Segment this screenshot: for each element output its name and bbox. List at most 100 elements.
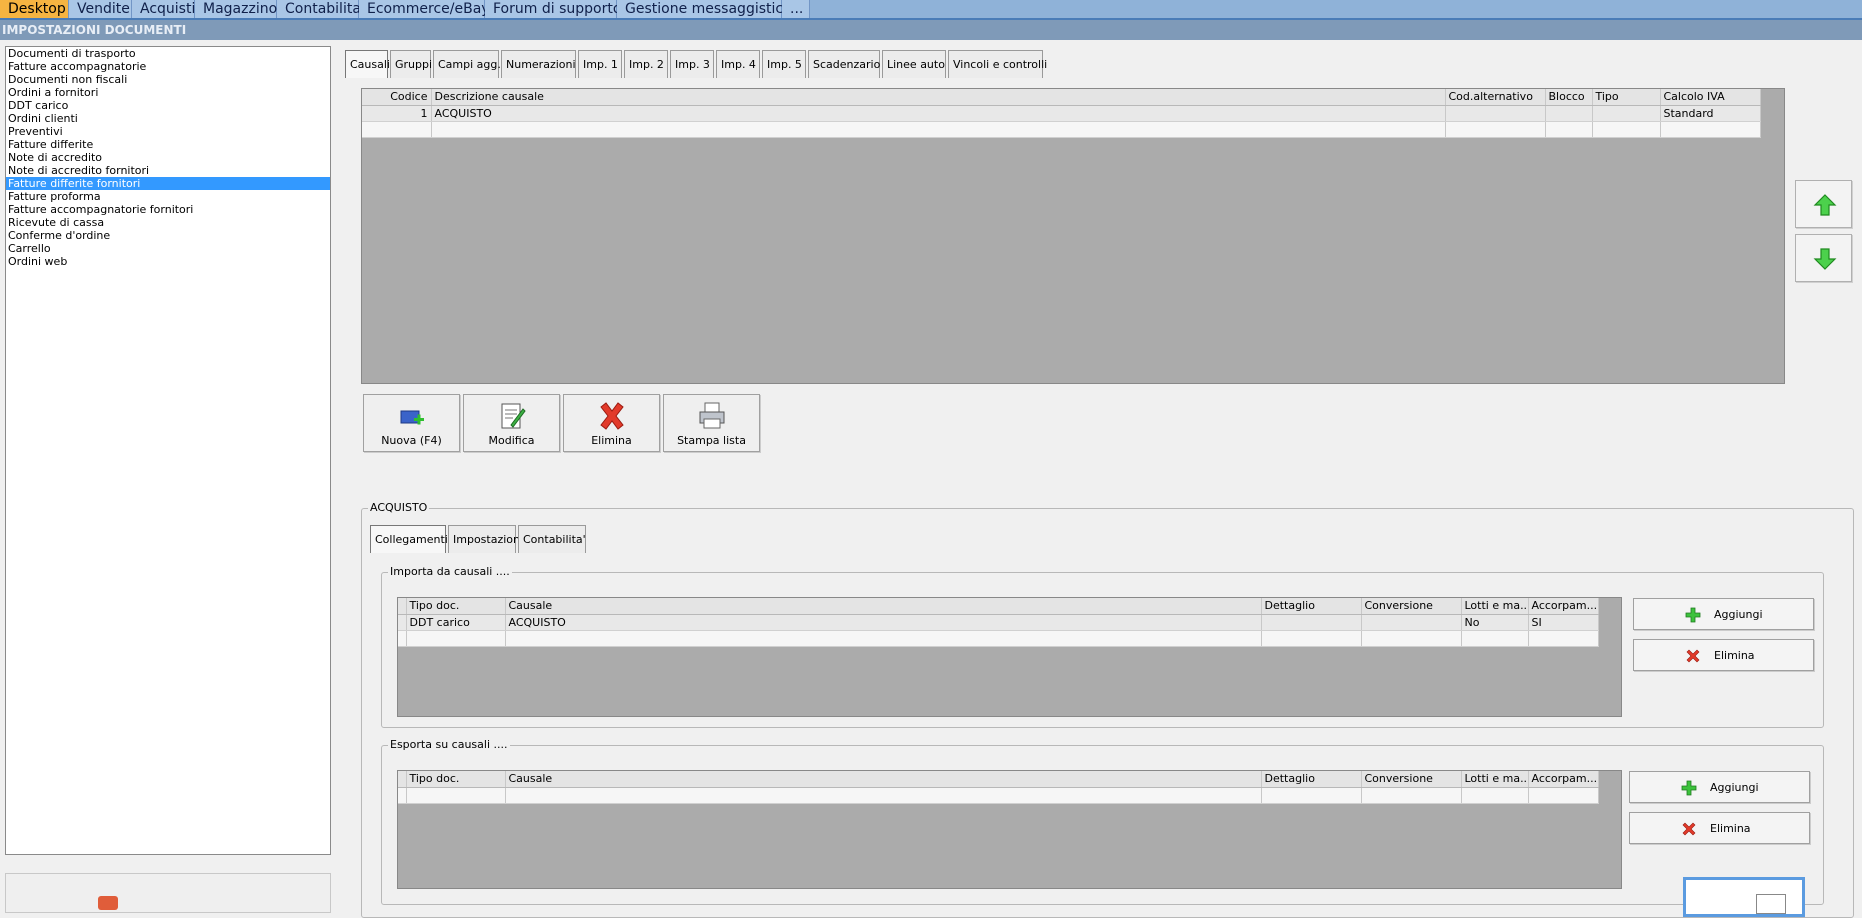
doc-list-item[interactable]: Conferme d'ordine (6, 229, 330, 242)
table-cell[interactable] (1592, 105, 1661, 122)
menu-tab-vendite[interactable]: Vendite (69, 0, 132, 18)
edit-button[interactable]: Modifica (463, 394, 560, 452)
tab-gruppi[interactable]: Gruppi (390, 50, 432, 78)
doc-list-item[interactable]: Fatture differite (6, 138, 330, 151)
export-delete-button[interactable]: Elimina (1629, 812, 1810, 844)
table-cell[interactable]: ACQUISTO (431, 105, 1446, 122)
doc-list-item[interactable]: Note di accredito (6, 151, 330, 164)
menu-tab-more[interactable]: ... (782, 0, 810, 18)
column-header[interactable]: Blocco (1545, 89, 1593, 106)
column-header[interactable]: Descrizione causale (431, 89, 1446, 106)
doc-list-item[interactable]: Ordini a fornitori (6, 86, 330, 99)
empty-new-row[interactable] (398, 787, 1599, 804)
doc-list-item[interactable]: Preventivi (6, 125, 330, 138)
doc-list-item[interactable]: Fatture accompagnatorie fornitori (6, 203, 330, 216)
tab-impostazioni[interactable]: Impostazioni (448, 525, 523, 553)
export-grid[interactable]: Tipo doc. Causale Dettaglio Conversione Lott… (397, 770, 1622, 889)
column-header[interactable]: Causale (505, 771, 1262, 788)
causali-grid[interactable]: Codice Descrizione causale Cod.alternativo… (361, 88, 1785, 384)
empty-new-row[interactable] (398, 630, 1599, 647)
move-up-button[interactable] (1795, 180, 1852, 228)
column-header[interactable]: Calcolo IVA (1660, 89, 1761, 106)
doc-list-item[interactable]: Documenti non fiscali (6, 73, 330, 86)
import-grid[interactable]: Tipo doc. Causale Dettaglio Conversione Lott… (397, 597, 1622, 717)
tab-collegamenti[interactable]: Collegamenti (370, 525, 448, 553)
empty-new-row[interactable] (362, 121, 1761, 138)
doc-list-item[interactable]: Fatture proforma (6, 190, 330, 203)
doc-list-item[interactable]: Note di accredito fornitori (6, 164, 330, 177)
bottom-right-widget[interactable] (1683, 877, 1805, 917)
menu-tab-magazzino[interactable]: Magazzino (195, 0, 277, 18)
menu-tab-ecommerce[interactable]: Ecommerce/eBay (359, 0, 490, 18)
table-cell[interactable] (1545, 105, 1593, 122)
empty-cell[interactable] (431, 121, 1446, 138)
import-delete-button[interactable]: Elimina (1633, 639, 1814, 671)
doc-list-item[interactable]: Documenti di trasporto (6, 47, 330, 60)
bottom-right-field[interactable] (1756, 894, 1786, 914)
table-cell[interactable]: DDT carico (406, 614, 506, 631)
column-header[interactable]: Dettaglio (1261, 771, 1362, 788)
column-header[interactable]: Conversione (1361, 771, 1462, 788)
empty-cell[interactable] (1528, 787, 1599, 804)
column-header[interactable]: Lotti e ma... (1461, 771, 1529, 788)
move-down-button[interactable] (1795, 234, 1852, 282)
table-row[interactable]: 1 ACQUISTO Standard (362, 105, 1761, 122)
tab-imp-2[interactable]: Imp. 2 (624, 50, 668, 78)
new-button[interactable]: Nuova (F4) (363, 394, 460, 452)
empty-cell[interactable] (1445, 121, 1546, 138)
doc-list-item[interactable]: Ordini clienti (6, 112, 330, 125)
empty-cell[interactable] (1545, 121, 1593, 138)
doc-list-item[interactable]: Carrello (6, 242, 330, 255)
column-header[interactable]: Accorpam... (1528, 598, 1599, 615)
empty-cell[interactable] (398, 630, 407, 647)
delete-button[interactable]: Elimina (563, 394, 660, 452)
empty-cell[interactable] (505, 787, 1262, 804)
tab-contabilita[interactable]: Contabilita' (518, 525, 586, 553)
column-header[interactable]: Cod.alternativo (1445, 89, 1546, 106)
empty-cell[interactable] (1361, 787, 1462, 804)
table-cell[interactable] (1445, 105, 1546, 122)
table-cell[interactable] (1261, 614, 1362, 631)
import-add-button[interactable]: Aggiungi (1633, 598, 1814, 630)
tab-causali[interactable]: Causali (345, 50, 390, 78)
tab-imp-4[interactable]: Imp. 4 (716, 50, 760, 78)
menu-tab-acquisti[interactable]: Acquisti (132, 0, 195, 18)
doc-list-item[interactable]: Ordini web (6, 255, 330, 268)
column-header[interactable]: Conversione (1361, 598, 1462, 615)
row-selector-cell[interactable] (398, 614, 407, 631)
table-cell[interactable]: Standard (1660, 105, 1761, 122)
empty-cell[interactable] (1461, 787, 1529, 804)
empty-cell[interactable] (406, 630, 506, 647)
print-list-button[interactable]: Stampa lista (663, 394, 760, 452)
column-header[interactable]: Tipo (1592, 89, 1661, 106)
table-cell[interactable]: 1 (362, 105, 432, 122)
tab-vincoli[interactable]: Vincoli e controlli (948, 50, 1047, 78)
table-cell[interactable]: No (1461, 614, 1529, 631)
empty-cell[interactable] (1660, 121, 1761, 138)
menu-tab-forum[interactable]: Forum di supporto (485, 0, 621, 18)
empty-cell[interactable] (406, 787, 506, 804)
column-header[interactable]: Accorpam... (1528, 771, 1599, 788)
doc-list-item[interactable]: Ricevute di cassa (6, 216, 330, 229)
tab-scadenzario[interactable]: Scadenzario (808, 50, 880, 78)
empty-cell[interactable] (362, 121, 432, 138)
column-header[interactable]: Causale (505, 598, 1262, 615)
tab-campi-agg[interactable]: Campi agg. (433, 50, 501, 78)
empty-cell[interactable] (1361, 630, 1462, 647)
tab-imp-1[interactable]: Imp. 1 (578, 50, 622, 78)
tab-imp-5[interactable]: Imp. 5 (762, 50, 806, 78)
empty-cell[interactable] (505, 630, 1262, 647)
empty-cell[interactable] (1592, 121, 1661, 138)
table-cell[interactable]: ACQUISTO (505, 614, 1262, 631)
column-header[interactable]: Dettaglio (1261, 598, 1362, 615)
menu-tab-messaggistica[interactable]: Gestione messaggistica (617, 0, 792, 18)
empty-cell[interactable] (1261, 787, 1362, 804)
column-header[interactable]: Tipo doc. (406, 598, 506, 615)
tab-numerazioni[interactable]: Numerazioni (501, 50, 576, 78)
empty-cell[interactable] (1528, 630, 1599, 647)
empty-cell[interactable] (1261, 630, 1362, 647)
column-header[interactable]: Codice (362, 89, 432, 106)
doc-list-item[interactable]: Fatture differite fornitori (6, 177, 330, 190)
empty-cell[interactable] (1461, 630, 1529, 647)
document-type-list[interactable]: Documenti di trasporto Fatture accompagna… (5, 46, 331, 855)
